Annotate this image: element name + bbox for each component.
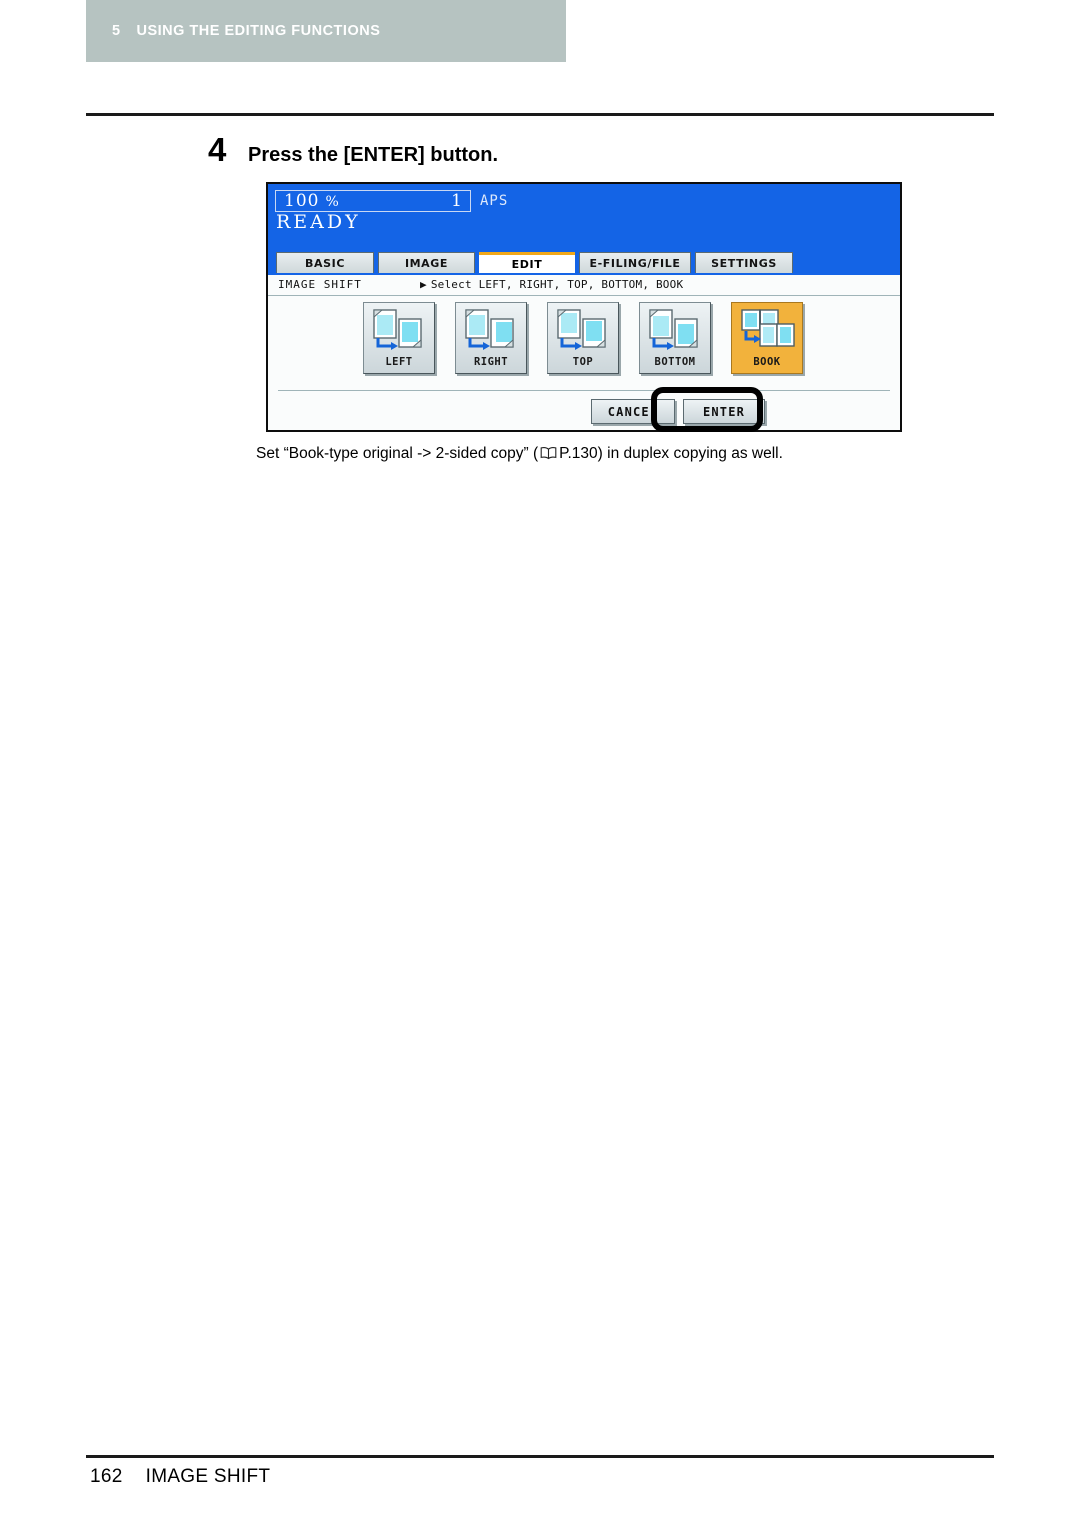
lcd-status-area: 100% 1 APS READY [268,184,900,252]
function-hint: ▶ Select LEFT, RIGHT, TOP, BOTTOM, BOOK [420,278,683,291]
tab-basic-label: BASIC [305,256,345,270]
caret-icon: ▶ [420,278,427,291]
tab-settings-label: SETTINGS [711,256,777,270]
caption-page-reference: P.130 [559,445,598,462]
cancel-button[interactable]: CANCEL [591,399,675,424]
step-number: 4 [208,131,227,168]
caption-note: Set “Book-type original -> 2-sided copy”… [256,445,783,465]
lcd-body: IMAGE SHIFT ▶ Select LEFT, RIGHT, TOP, BO… [268,275,900,430]
paper-mode-label: APS [480,193,509,209]
tab-edit[interactable]: EDIT [479,252,575,273]
footer-page-number: 162 [90,1466,123,1487]
zoom-and-copies-box: 100% 1 [275,190,471,212]
mode-button-bottom-label: BOTTOM [654,356,696,368]
shift-left-icon [368,307,430,353]
image-shift-mode-row: LEFT RIGHT TOP BOTTOM BOOK [363,302,823,374]
mode-button-bottom[interactable]: BOTTOM [639,302,711,374]
mode-button-book[interactable]: BOOK [731,302,803,374]
mode-button-left[interactable]: LEFT [363,302,435,374]
chapter-number: 5 [112,23,121,39]
mode-button-right-label: RIGHT [473,356,509,368]
mode-button-left-label: LEFT [385,356,413,368]
mode-button-book-label: BOOK [753,356,781,368]
shift-bottom-icon [644,307,706,353]
shift-right-icon [460,307,522,353]
tab-e-filing-file[interactable]: E-FILING/FILE [579,252,691,273]
running-header-band: 5 USING THE EDITING FUNCTIONS [86,0,566,62]
tab-basic[interactable]: BASIC [276,252,374,273]
tab-edit-label: EDIT [511,257,543,271]
copy-count: 1 [451,191,462,211]
step-instruction: Press the [ENTER] button. [248,144,499,166]
mode-button-top-label: TOP [572,356,594,368]
header-rule [86,113,994,116]
tab-image-label: IMAGE [404,256,449,270]
lcd-panel: 100% 1 APS READY BASIC IMAGE EDIT E-FILI… [266,182,902,432]
footer-rule [86,1455,994,1458]
tab-settings[interactable]: SETTINGS [695,252,793,273]
page-footer: 162 IMAGE SHIFT [90,1466,270,1488]
lcd-tab-bar: BASIC IMAGE EDIT E-FILING/FILE SETTINGS [268,252,900,275]
function-hint-text: Select LEFT, RIGHT, TOP, BOTTOM, BOOK [430,278,684,291]
machine-status-label: READY [276,211,361,233]
percent-sign: % [325,194,340,210]
mode-button-top[interactable]: TOP [547,302,619,374]
step-heading: 4 Press the [ENTER] button. [208,133,498,167]
shift-top-icon [552,307,614,353]
cancel-button-label: CANCEL [607,404,659,419]
book-reference-icon [540,446,557,465]
action-separator [278,390,890,391]
lcd-action-bar: CANCEL ENTER [268,395,900,429]
enter-button[interactable]: ENTER [683,399,765,424]
shift-book-icon [736,307,798,353]
function-header-line: IMAGE SHIFT ▶ Select LEFT, RIGHT, TOP, BO… [268,275,900,296]
function-name: IMAGE SHIFT [278,278,362,291]
tab-e-filing-file-label: E-FILING/FILE [589,256,681,270]
chapter-title: USING THE EDITING FUNCTIONS [136,23,381,39]
footer-section-title: IMAGE SHIFT [145,1466,271,1487]
caption-text-after: ) in duplex copying as well. [597,445,783,462]
enter-button-label: ENTER [702,404,746,419]
zoom-ratio: 100% [284,191,340,211]
caption-text-before: Set “Book-type original -> 2-sided copy”… [256,445,539,462]
mode-button-right[interactable]: RIGHT [455,302,527,374]
tab-image[interactable]: IMAGE [378,252,475,273]
